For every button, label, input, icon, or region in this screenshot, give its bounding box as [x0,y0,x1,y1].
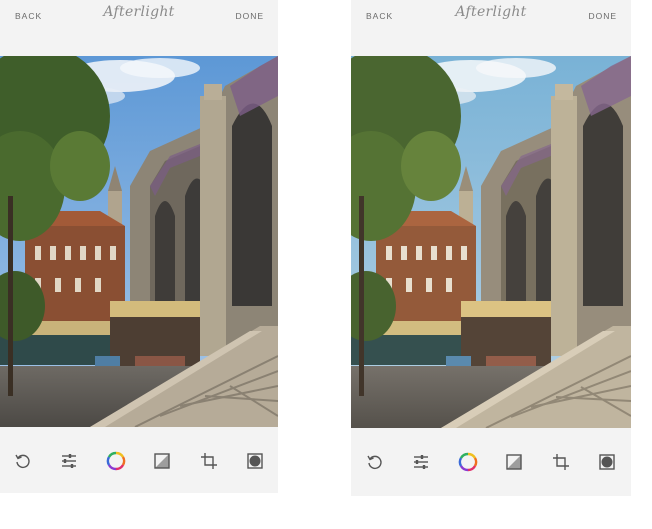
editor-screen-right: BACK Afterlight DONE [351,0,631,496]
done-button[interactable]: DONE [588,11,617,21]
market-hall-photo [0,56,278,427]
frame-icon[interactable] [597,452,617,472]
undo-icon[interactable] [13,451,33,471]
crop-icon[interactable] [199,451,219,471]
tool-bar [351,428,631,494]
editor-screen-left: BACK Afterlight DONE [0,0,278,493]
undo-icon[interactable] [365,452,385,472]
color-wheel-icon[interactable] [106,451,126,471]
market-hall-photo [351,56,631,428]
adjust-icon[interactable] [59,451,79,471]
color-wheel-icon[interactable] [458,452,478,472]
photo-canvas [351,56,631,428]
frame-icon[interactable] [245,451,265,471]
adjust-icon[interactable] [411,452,431,472]
tool-bar [0,427,278,493]
filter-icon[interactable] [152,451,172,471]
top-bar: BACK Afterlight DONE [351,0,631,56]
stage: BACK Afterlight DONE BACK Afterlight DON… [0,0,652,529]
filter-icon[interactable] [504,452,524,472]
crop-icon[interactable] [551,452,571,472]
top-bar: BACK Afterlight DONE [0,0,278,56]
photo-canvas [0,56,278,427]
done-button[interactable]: DONE [235,11,264,21]
